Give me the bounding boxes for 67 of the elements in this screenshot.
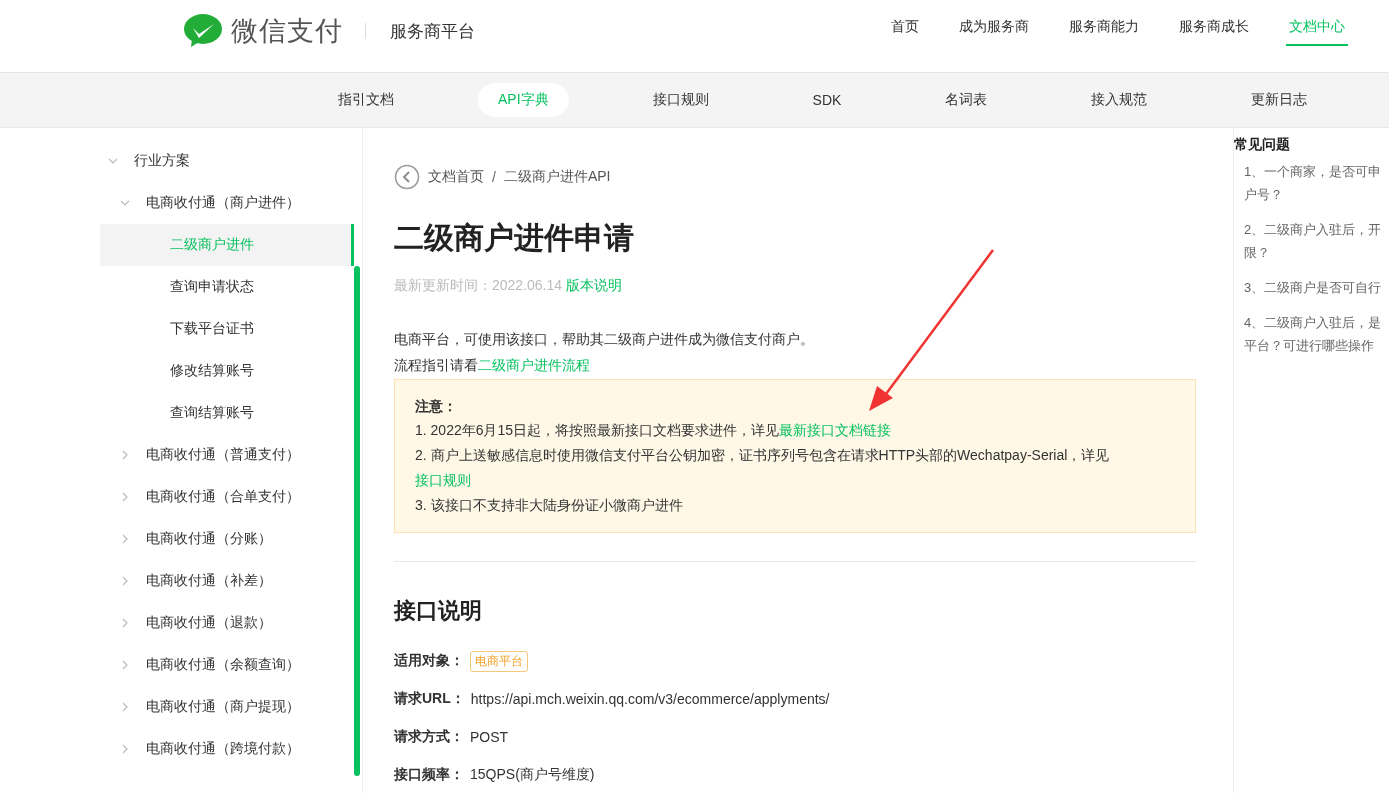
field-value: https://api.mch.weixin.qq.com/v3/ecommerce/applyments/ [470, 691, 830, 707]
intro-text: 电商平台，可使用该接口，帮助其二级商户进件成为微信支付商户。 [394, 330, 815, 349]
faq-link[interactable]: 平台？可进行哪些操作 [1244, 334, 1389, 357]
notice-text: 1. 2022年6月15日起，将按照最新接口文档要求进件，详见最新接口文档链接 [415, 421, 893, 440]
breadcrumb-current: 二级商户进件API [503, 168, 611, 186]
notice-heading: 注意： [415, 397, 458, 416]
faq-link[interactable]: 1、一个商家，是否可申 [1244, 160, 1389, 183]
field-value: 15QPS(商户号维度) [470, 766, 595, 784]
chevron-right-icon [120, 618, 130, 628]
breadcrumb-link[interactable]: 文档首页 [428, 168, 484, 186]
faq-link[interactable]: 户号？ [1244, 183, 1389, 206]
subnav-tab[interactable]: 接入规范 [1071, 83, 1168, 117]
faq-heading: 常见问题 [1234, 136, 1291, 154]
chevron-right-icon [120, 576, 130, 586]
page-title: 二级商户进件申请 [394, 220, 635, 256]
breadcrumb-separator: / [492, 169, 496, 185]
chevron-right-icon [120, 744, 130, 754]
notice-text: 2. 商户上送敏感信息时使用微信支付平台公钥加密，证书序列号包含在请求HTTP头部的Wechatpay-Serial，详见 接口规则 [415, 446, 1111, 490]
sidebar-item[interactable]: 查询结算账号 [100, 392, 354, 434]
notice-text: 3. 该接口不支持非大陆身份证小微商户进件 [415, 496, 684, 515]
faq-link[interactable]: 2、二级商户入驻后，开 [1244, 218, 1389, 241]
field-value: POST [470, 729, 509, 745]
chevron-right-icon [120, 702, 130, 712]
sidebar-item[interactable]: 电商收付通（商户进件） [100, 182, 354, 224]
sidebar-item[interactable]: 修改结算账号 [100, 350, 354, 392]
sidebar-item[interactable]: 电商收付通（商户提现） [100, 686, 354, 728]
chevron-right-icon [120, 492, 130, 502]
sidebar-item[interactable]: 电商收付通（补差） [100, 560, 354, 602]
sidebar-item[interactable]: 行业方案 [100, 140, 354, 182]
brand-name: 微信支付 [231, 15, 343, 48]
flow-text: 流程指引请看二级商户进件流程 [394, 356, 591, 375]
chevron-down-icon [120, 198, 130, 208]
faq-link[interactable]: 4、二级商户入驻后，是 [1244, 311, 1389, 334]
chevron-right-icon [120, 450, 130, 460]
sidebar-item[interactable]: 查询申请状态 [100, 266, 354, 308]
chevron-right-icon [120, 660, 130, 670]
sidebar-item[interactable]: 电商收付通（退款） [100, 602, 354, 644]
sidebar-item[interactable]: 电商收付通（普通支付） [100, 434, 354, 476]
sidebar-item[interactable]: 下载平台证书 [100, 308, 354, 350]
nav-link[interactable]: 首页 [888, 18, 922, 46]
field-label: 请求方式： [394, 728, 464, 746]
field-label: 接口频率： [394, 766, 464, 784]
subnav-tab[interactable]: 名词表 [925, 83, 1008, 117]
sidebar-item[interactable]: 电商收付通（跨境付款） [100, 728, 354, 770]
section-heading: 接口说明 [394, 597, 483, 625]
subnav-tab[interactable]: 指引文档 [318, 83, 414, 117]
back-icon[interactable] [394, 164, 420, 190]
field-label: 适用对象： [394, 652, 464, 670]
chevron-down-icon [108, 156, 118, 166]
sidebar-item[interactable]: 电商收付通（余额查询） [100, 644, 354, 686]
sidebar-item[interactable]: 电商收付通（合单支付） [100, 476, 354, 518]
nav-link[interactable]: 服务商能力 [1066, 18, 1142, 46]
scrollbar[interactable] [354, 266, 360, 776]
nav-link[interactable]: 成为服务商 [956, 18, 1032, 46]
platform-tag: 电商平台 [470, 650, 528, 672]
nav-link[interactable]: 服务商成长 [1176, 18, 1252, 46]
platform-name: 服务商平台 [390, 20, 475, 43]
sidebar-item[interactable]: 电商收付通（分账） [100, 518, 354, 560]
subnav-tab[interactable]: SDK [792, 84, 862, 116]
subnav-tab[interactable]: 接口规则 [632, 83, 729, 117]
faq-link[interactable]: 限？ [1244, 241, 1389, 264]
chevron-right-icon [120, 534, 130, 544]
wechat-pay-logo-icon [183, 13, 223, 49]
field-label: 请求URL： [394, 690, 465, 708]
faq-link[interactable]: 3、二级商户是否可自行 [1244, 276, 1389, 299]
subnav-tab[interactable]: 更新日志 [1231, 83, 1328, 117]
update-time: 最新更新时间：2022.06.14 [394, 277, 563, 295]
